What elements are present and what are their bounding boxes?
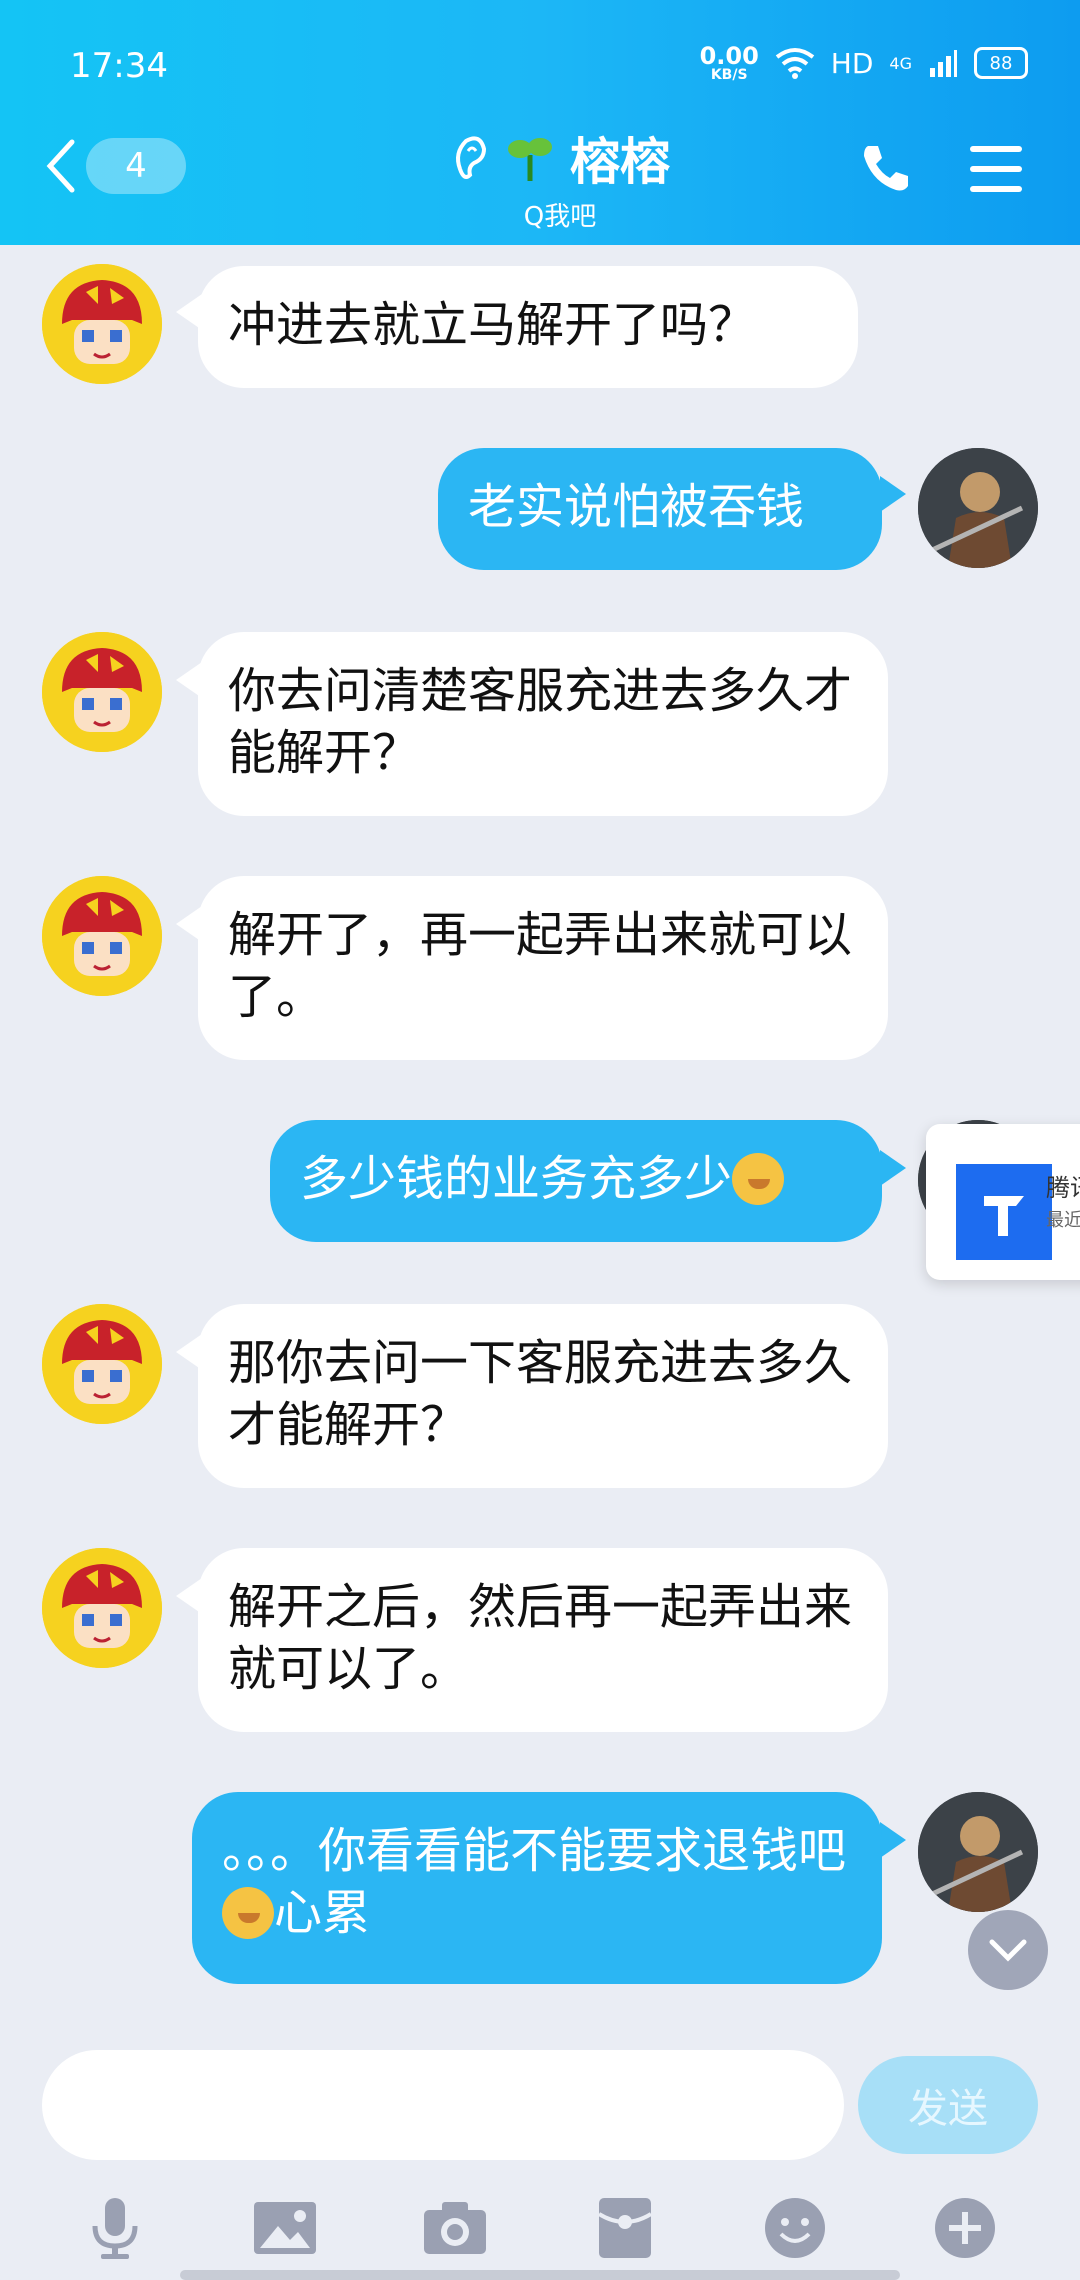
contact-avatar[interactable] <box>42 1304 162 1424</box>
chat-title[interactable]: 榕榕 Q我吧 <box>360 122 760 233</box>
image-icon <box>254 2202 316 2254</box>
message-bubble-received[interactable]: 那你去问一下客服充进去多久才能解开？ <box>198 1304 888 1488</box>
plus-circle-icon <box>935 2198 995 2258</box>
message-text: 。。。你看看能不能要求退钱吧 <box>222 1823 847 1879</box>
input-area: 发送 <box>0 2030 1080 2280</box>
pixel-character-avatar-icon <box>42 1548 162 1668</box>
call-button[interactable] <box>858 140 914 200</box>
pixel-character-avatar-icon <box>42 876 162 996</box>
chevron-left-icon <box>46 139 75 193</box>
contact-avatar[interactable] <box>42 1548 162 1668</box>
network-speed: 0.00 KB/S <box>700 44 759 82</box>
message-text: 心累 <box>274 1885 371 1941</box>
chat-screen: 17:34 0.00 KB/S HD 4G 88 4 榕榕 Q我吧 冲进去就立马… <box>0 0 1080 2280</box>
tencent-app-icon <box>956 1164 1052 1260</box>
chevron-down-icon <box>989 1939 1027 1962</box>
ear-icon <box>456 136 487 179</box>
sprout-icon <box>508 138 552 181</box>
message-bubble-sent[interactable]: 多少钱的业务充多少 <box>270 1120 882 1242</box>
contact-avatar[interactable] <box>42 876 162 996</box>
phone-icon <box>864 146 908 191</box>
bubble-tail <box>880 1822 906 1858</box>
status-time: 17:34 <box>70 46 168 86</box>
emoji-button[interactable] <box>755 2188 835 2268</box>
hd-label: HD <box>830 46 874 80</box>
unread-badge: 4 <box>86 138 186 194</box>
microphone-icon <box>92 2198 138 2259</box>
contact-avatar[interactable] <box>42 264 162 384</box>
bubble-tail <box>880 1150 906 1186</box>
send-button[interactable]: 发送 <box>858 2056 1038 2154</box>
smiley-icon <box>765 2198 825 2258</box>
red-packet-button[interactable] <box>585 2188 665 2268</box>
pixel-character-avatar-icon <box>42 264 162 384</box>
status-icons: 0.00 KB/S HD 4G 88 <box>700 44 1028 82</box>
message-bubble-sent[interactable]: 老实说怕被吞钱 <box>438 448 882 570</box>
chat-header: 17:34 0.00 KB/S HD 4G 88 4 榕榕 Q我吧 <box>0 0 1080 245</box>
message-input[interactable] <box>42 2050 844 2160</box>
signal-icon <box>930 50 957 77</box>
thinking-emoji-icon <box>732 1153 785 1205</box>
battery-level: 88 <box>989 52 1013 74</box>
message-bubble-received[interactable]: 冲进去就立马解开了吗？ <box>198 266 858 388</box>
contact-subtitle: Q我吧 <box>523 202 597 232</box>
warrior-avatar-icon <box>918 448 1038 568</box>
message-text: 多少钱的业务充多少 <box>300 1151 733 1207</box>
more-button[interactable] <box>925 2188 1005 2268</box>
thinking-emoji-icon <box>222 1887 274 1939</box>
scroll-to-bottom-button[interactable] <box>968 1910 1048 1990</box>
arrow-up-icon <box>984 1196 1024 1236</box>
warrior-avatar-icon <box>918 1792 1038 1912</box>
message-bubble-received[interactable]: 解开之后，然后再一起弄出来就可以了。 <box>198 1548 888 1732</box>
voice-button[interactable] <box>75 2188 155 2268</box>
input-toolbar <box>0 2178 1080 2278</box>
pixel-character-avatar-icon <box>42 632 162 752</box>
camera-button[interactable] <box>415 2188 495 2268</box>
red-packet-icon <box>597 2198 653 2258</box>
home-indicator[interactable] <box>180 2270 900 2280</box>
message-bubble-received[interactable]: 你去问清楚客服充进去多久才能解开？ <box>198 632 888 816</box>
battery-icon: 88 <box>974 47 1028 79</box>
bubble-tail <box>880 476 906 512</box>
floating-app-card[interactable]: 腾讯 最近 <box>926 1124 1080 1280</box>
message-bubble-received[interactable]: 解开了，再一起弄出来就可以了。 <box>198 876 888 1060</box>
image-button[interactable] <box>245 2188 325 2268</box>
pixel-character-avatar-icon <box>42 1304 162 1424</box>
net-speed-value: 0.00 <box>699 42 759 70</box>
contact-name: 榕榕 <box>570 133 670 191</box>
hamburger-menu-icon <box>970 146 1022 192</box>
floating-card-title: 腾讯 <box>1046 1174 1080 1202</box>
my-avatar[interactable] <box>918 1792 1038 1912</box>
camera-icon <box>424 2202 486 2254</box>
back-button[interactable]: 4 <box>44 138 186 194</box>
message-bubble-sent[interactable]: 。。。你看看能不能要求退钱吧心累 <box>192 1792 882 1984</box>
menu-button[interactable] <box>968 144 1024 198</box>
contact-avatar[interactable] <box>42 632 162 752</box>
my-avatar[interactable] <box>918 448 1038 568</box>
network-type: 4G <box>889 53 912 73</box>
wifi-icon <box>775 48 815 79</box>
net-speed-unit: KB/S <box>710 67 748 83</box>
floating-card-subtitle: 最近 <box>1046 1210 1080 1231</box>
